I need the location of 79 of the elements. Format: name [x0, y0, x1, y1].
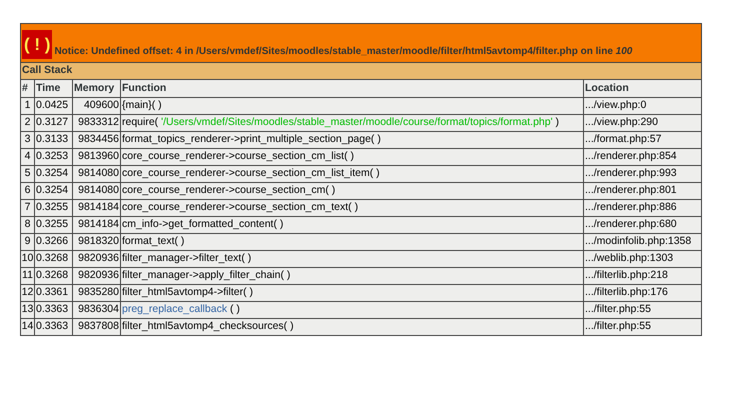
column-header: Time — [34, 80, 72, 98]
function-cell: {main}( ) — [120, 98, 584, 114]
function-cell: filter_manager->apply_filter_chain( ) — [120, 268, 584, 284]
location-cell: .../renderer.php:886 — [584, 200, 702, 216]
index-cell: 3 — [20, 132, 34, 148]
location-cell: .../format.php:57 — [584, 132, 702, 148]
index-cell: 8 — [20, 216, 34, 234]
time-cell: 0.3255 — [34, 200, 72, 216]
location-cell: .../filterlib.php:176 — [584, 284, 702, 302]
call-stack-title: Call Stack — [20, 62, 702, 80]
function-cell: filter_manager->filter_text( ) — [120, 250, 584, 268]
column-header: Memory — [72, 80, 120, 98]
index-cell: 9 — [20, 234, 34, 250]
index-cell: 14 — [20, 318, 34, 336]
location-cell: .../renderer.php:854 — [584, 148, 702, 166]
column-header: Location — [584, 80, 702, 98]
memory-cell: 9814080 — [72, 166, 120, 182]
index-cell: 4 — [20, 148, 34, 166]
notice-message: Notice: Undefined offset: 4 in /Users/vmdef/Sites/moodles/stable_master/moodle/filter/html5avtomp4/filter.php on line 100 — [54, 45, 632, 59]
memory-cell: 9814184 — [72, 200, 120, 216]
location-cell: .../view.php:0 — [584, 98, 702, 114]
location-cell: .../filterlib.php:218 — [584, 268, 702, 284]
function-cell: require( '/Users/vmdef/Sites/moodles/stable_master/moodle/course/format/topics/format.php' ) — [120, 114, 584, 132]
time-cell: 0.3363 — [34, 302, 72, 318]
memory-cell: 9813960 — [72, 148, 120, 166]
index-cell: 12 — [20, 284, 34, 302]
time-cell: 0.3266 — [34, 234, 72, 250]
time-cell: 0.3133 — [34, 132, 72, 148]
index-cell: 10 — [20, 250, 34, 268]
memory-cell: 409600 — [72, 98, 120, 114]
function-cell: format_text( ) — [120, 234, 584, 250]
column-header: # — [20, 80, 34, 98]
function-cell: core_course_renderer->course_section_cm_text( ) — [120, 200, 584, 216]
function-cell: filter_html5avtomp4_checksources( ) — [120, 318, 584, 336]
memory-cell: 9834456 — [72, 132, 120, 148]
location-cell: .../view.php:290 — [584, 114, 702, 132]
location-cell: .../renderer.php:993 — [584, 166, 702, 182]
memory-cell: 9814184 — [72, 216, 120, 234]
location-cell: .../renderer.php:801 — [584, 182, 702, 200]
index-cell: 2 — [20, 114, 34, 132]
column-header: Function — [120, 80, 584, 98]
index-cell: 11 — [20, 268, 34, 284]
index-cell: 6 — [20, 182, 34, 200]
time-cell: 0.3363 — [34, 318, 72, 336]
location-cell: .../filter.php:55 — [584, 318, 702, 336]
time-cell: 0.3361 — [34, 284, 72, 302]
time-cell: 0.3127 — [34, 114, 72, 132]
memory-cell: 9836304 — [72, 302, 120, 318]
memory-cell: 9814080 — [72, 182, 120, 200]
location-cell: .../weblib.php:1303 — [584, 250, 702, 268]
memory-cell: 9835280 — [72, 284, 120, 302]
function-cell: core_course_renderer->course_section_cm_list( ) — [120, 148, 584, 166]
memory-cell: 9820936 — [72, 250, 120, 268]
time-cell: 0.3253 — [34, 148, 72, 166]
location-cell: .../filter.php:55 — [584, 302, 702, 318]
index-cell: 5 — [20, 166, 34, 182]
location-cell: .../modinfolib.php:1358 — [584, 234, 702, 250]
function-cell: filter_html5avtomp4->filter( ) — [120, 284, 584, 302]
function-cell: core_course_renderer->course_section_cm_list_item( ) — [120, 166, 584, 182]
function-text: ( ) — [228, 303, 240, 316]
location-cell: .../renderer.php:680 — [584, 216, 702, 234]
time-cell: 0.3254 — [34, 166, 72, 182]
time-cell: 0.3268 — [34, 268, 72, 284]
warning-icon: ( ! ) — [22, 30, 52, 59]
time-cell: 0.3255 — [34, 216, 72, 234]
function-cell: format_topics_renderer->print_multiple_section_page( ) — [120, 132, 584, 148]
function-cell: cm_info->get_formatted_content( ) — [120, 216, 584, 234]
index-cell: 13 — [20, 302, 34, 318]
memory-cell: 9833312 — [72, 114, 120, 132]
memory-cell: 9837808 — [72, 318, 120, 336]
time-cell: 0.3268 — [34, 250, 72, 268]
function-cell: core_course_renderer->course_section_cm( ) — [120, 182, 584, 200]
memory-cell: 9820936 — [72, 268, 120, 284]
function-link[interactable]: preg_replace_callback — [122, 303, 228, 316]
memory-cell: 9818320 — [72, 234, 120, 250]
time-cell: 0.0425 — [34, 98, 72, 114]
index-cell: 7 — [20, 200, 34, 216]
time-cell: 0.3254 — [34, 182, 72, 200]
index-cell: 1 — [20, 98, 34, 114]
